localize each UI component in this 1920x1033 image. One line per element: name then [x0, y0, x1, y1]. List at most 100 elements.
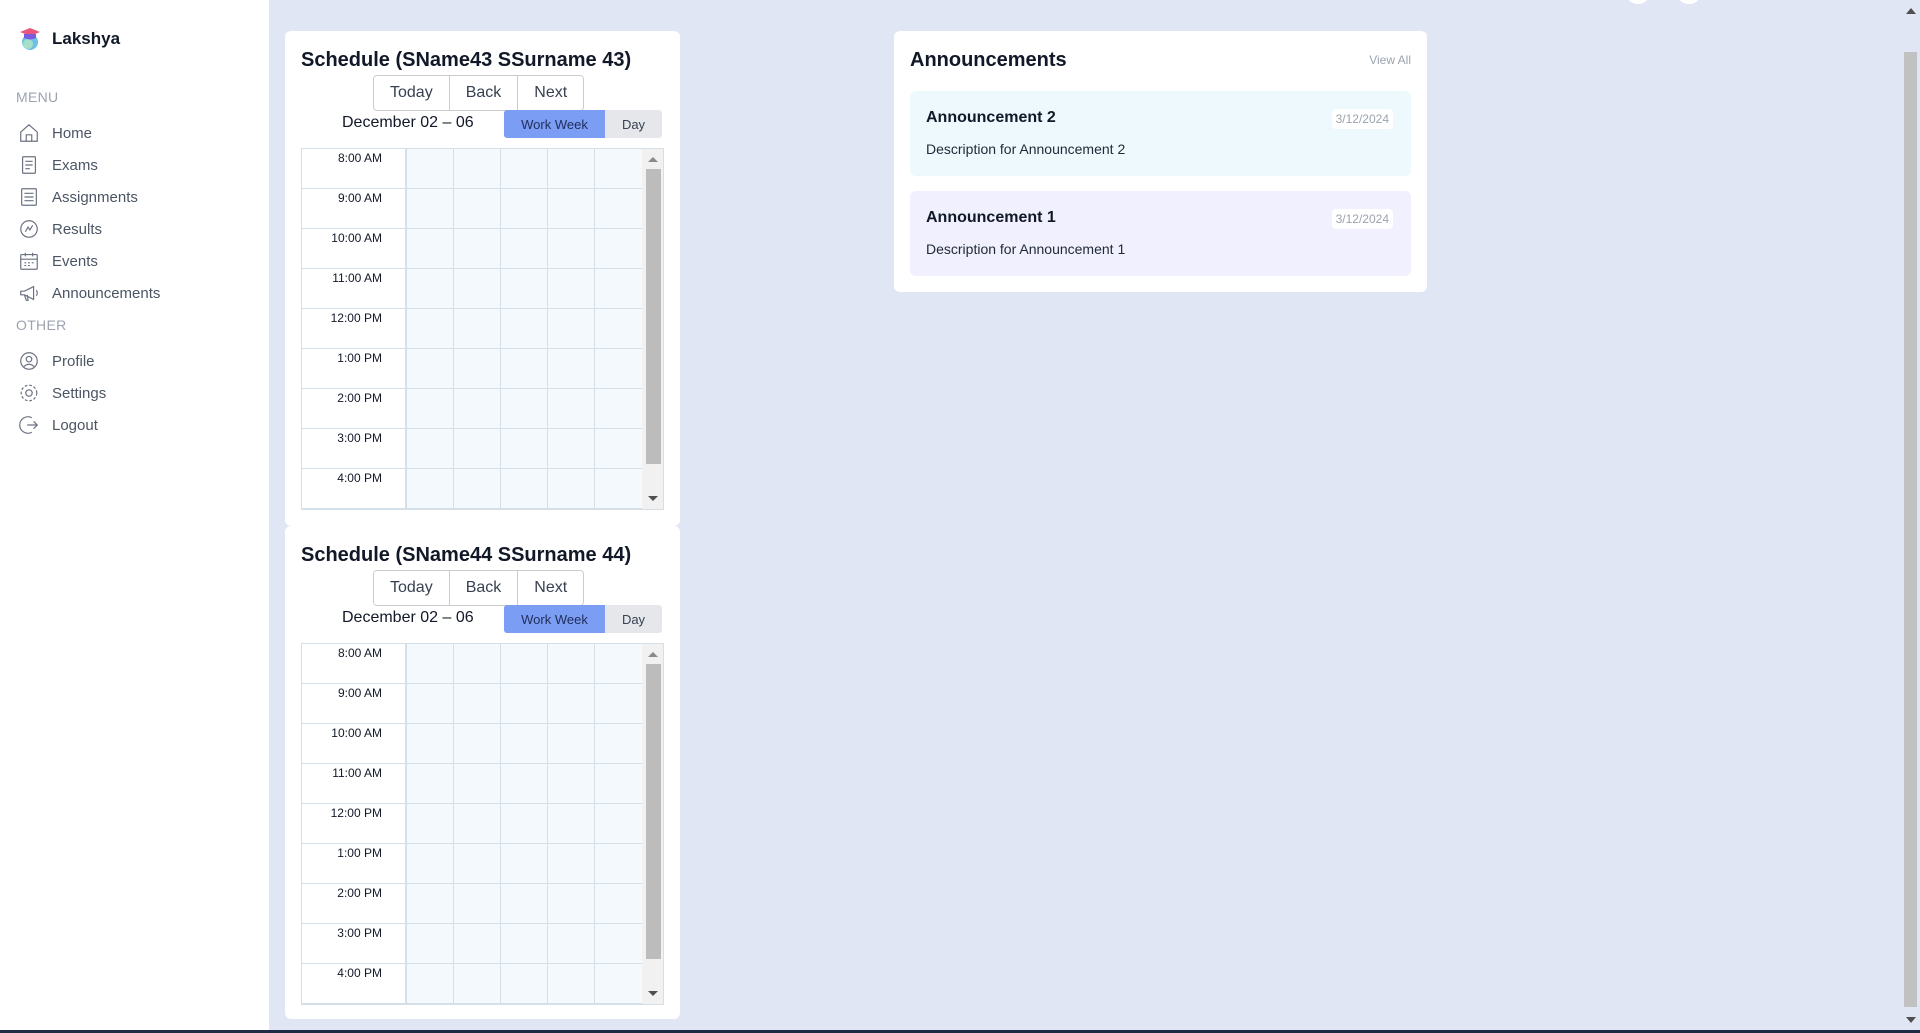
sidebar-item-events[interactable]: Events — [18, 245, 160, 277]
home-icon — [20, 123, 38, 142]
announcement-description: Description for Announcement 1 — [926, 241, 1126, 257]
assignment-icon — [21, 188, 37, 206]
time-grid[interactable]: 8:00 AM 9:00 AM 10:00 AM 11:00 AM 12:00 PM 1:… — [301, 643, 664, 1005]
message-icon[interactable] — [1678, 0, 1700, 4]
main-menu: Home Exams Assignments Results Events An… — [18, 117, 160, 309]
app-name: Lakshya — [52, 29, 121, 48]
date-range-label: December 02 – 06 — [342, 114, 474, 131]
notification-icon[interactable] — [1627, 0, 1649, 4]
sidebar-item-label: Home — [52, 124, 93, 142]
view-switcher: Work Week Day — [504, 110, 662, 138]
back-button[interactable]: Back — [449, 571, 519, 605]
sidebar-item-label: Exams — [52, 156, 98, 174]
day-column-divider — [453, 149, 454, 509]
sidebar-item-assignments[interactable]: Assignments — [18, 181, 160, 213]
calendar-nav: Today Back Next — [373, 75, 585, 111]
day-column-divider — [406, 644, 407, 1004]
scrollbar-thumb[interactable] — [646, 664, 661, 959]
time-label: 2:00 PM — [337, 886, 382, 900]
sidebar-item-profile[interactable]: Profile — [18, 345, 106, 377]
page-scrollbar[interactable] — [1901, 0, 1920, 1033]
announcement-item[interactable]: Announcement 1 3/12/2024 Description for… — [910, 191, 1411, 276]
other-menu: Profile Settings Logout — [18, 345, 106, 441]
time-grid[interactable]: 8:00 AM 9:00 AM 10:00 AM 11:00 AM 12:00 PM 1:… — [301, 148, 664, 510]
day-column-divider — [500, 149, 501, 509]
day-column-divider — [453, 644, 454, 1004]
announcement-date: 3/12/2024 — [1331, 109, 1393, 129]
work-week-tab[interactable]: Work Week — [504, 605, 605, 633]
other-section-label: OTHER — [16, 317, 67, 333]
logo-icon — [18, 26, 42, 52]
time-label: 9:00 AM — [337, 686, 382, 700]
sidebar-item-results[interactable]: Results — [18, 213, 160, 245]
logout-icon — [19, 416, 39, 434]
next-button[interactable]: Next — [518, 76, 584, 110]
announcement-date: 3/12/2024 — [1331, 209, 1393, 229]
menu-section-label: MENU — [16, 89, 59, 105]
time-label: 1:00 PM — [337, 846, 382, 860]
time-label: 8:00 AM — [337, 151, 382, 165]
day-column-divider — [594, 644, 595, 1004]
back-button[interactable]: Back — [449, 76, 519, 110]
scroll-up-icon[interactable] — [648, 652, 658, 657]
today-button[interactable]: Today — [374, 571, 450, 605]
announcement-description: Description for Announcement 2 — [926, 141, 1126, 157]
time-label: 1:00 PM — [337, 351, 382, 365]
time-label: 10:00 AM — [331, 726, 382, 740]
scroll-up-icon[interactable] — [1906, 8, 1916, 14]
schedule-title: Schedule (SName44 SSurname 44) — [301, 544, 632, 566]
next-button[interactable]: Next — [518, 571, 584, 605]
day-column-divider — [547, 149, 548, 509]
scrollbar-thumb[interactable] — [646, 169, 661, 464]
grid-scrollbar[interactable] — [642, 149, 663, 509]
sidebar: Lakshya MENU Home Exams Assignments Resu… — [0, 0, 269, 1033]
time-label: 3:00 PM — [337, 431, 382, 445]
sidebar-item-label: Logout — [52, 416, 98, 434]
time-label: 9:00 AM — [337, 191, 382, 205]
sidebar-item-announcements[interactable]: Announcements — [18, 277, 160, 309]
announcement-item[interactable]: Announcement 2 3/12/2024 Description for… — [910, 91, 1411, 176]
app-logo[interactable]: Lakshya — [18, 26, 120, 52]
sidebar-item-label: Settings — [52, 384, 107, 402]
time-label: 2:00 PM — [337, 391, 382, 405]
scroll-down-icon[interactable] — [648, 991, 658, 996]
schedule-card: Schedule (SName43 SSurname 43) Today Bac… — [285, 31, 680, 526]
sidebar-item-label: Announcements — [52, 284, 161, 302]
time-label: 3:00 PM — [337, 926, 382, 940]
sidebar-item-exams[interactable]: Exams — [18, 149, 160, 181]
calendar-icon — [20, 252, 38, 270]
settings-icon — [20, 384, 38, 402]
sidebar-item-label: Events — [52, 252, 98, 270]
schedule-title: Schedule (SName43 SSurname 43) — [301, 49, 632, 71]
time-label: 12:00 PM — [330, 311, 382, 325]
sidebar-item-settings[interactable]: Settings — [18, 377, 106, 409]
profile-icon — [20, 352, 38, 370]
scrollbar-thumb[interactable] — [1904, 52, 1917, 1007]
day-tab[interactable]: Day — [605, 110, 662, 138]
grid-scrollbar[interactable] — [642, 644, 663, 1004]
announcement-title: Announcement 2 — [926, 109, 1056, 126]
time-label: 11:00 AM — [332, 766, 382, 780]
sidebar-item-home[interactable]: Home — [18, 117, 160, 149]
schedule-card: Schedule (SName44 SSurname 44) Today Bac… — [285, 526, 680, 1019]
result-icon — [20, 220, 38, 238]
announcements-card: Announcements View All Announcement 2 3/… — [894, 31, 1427, 292]
scroll-down-icon[interactable] — [1906, 1017, 1916, 1023]
view-switcher: Work Week Day — [504, 605, 662, 633]
date-range-label: December 02 – 06 — [342, 609, 474, 626]
work-week-tab[interactable]: Work Week — [504, 110, 605, 138]
view-all-link[interactable]: View All — [1369, 53, 1411, 67]
time-label: 12:00 PM — [330, 806, 382, 820]
sidebar-item-label: Assignments — [52, 188, 138, 206]
day-tab[interactable]: Day — [605, 605, 662, 633]
sidebar-item-logout[interactable]: Logout — [18, 409, 106, 441]
time-label: 4:00 PM — [337, 966, 382, 980]
today-button[interactable]: Today — [374, 76, 450, 110]
calendar-nav: Today Back Next — [373, 570, 585, 606]
time-label: 11:00 AM — [332, 271, 382, 285]
scroll-up-icon[interactable] — [648, 157, 658, 162]
megaphone-icon — [20, 285, 38, 301]
time-label: 4:00 PM — [337, 471, 382, 485]
scroll-down-icon[interactable] — [648, 496, 658, 501]
day-column-divider — [406, 149, 407, 509]
